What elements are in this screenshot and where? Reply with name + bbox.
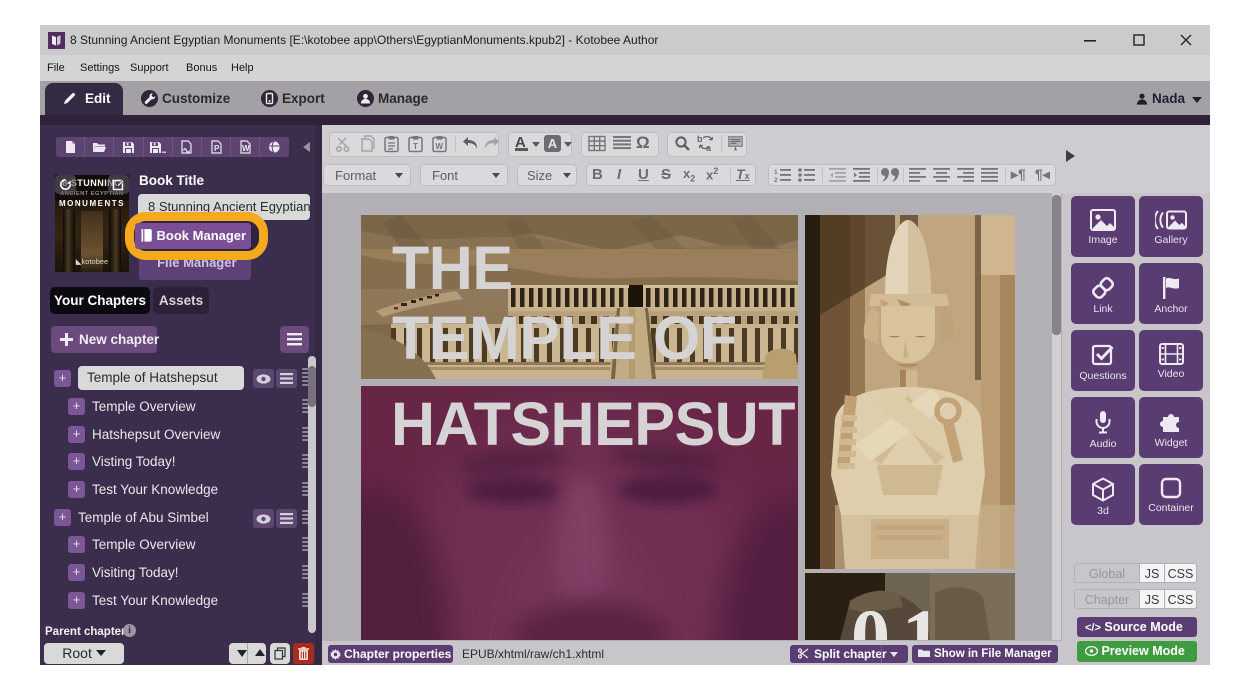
svg-text:b: b [697,134,703,144]
svg-text:1: 1 [774,169,778,176]
svg-text:W: W [242,144,250,153]
svg-text:P: P [214,144,220,153]
svg-text:W: W [436,142,444,151]
svg-text:2: 2 [774,177,778,183]
svg-text:T: T [413,142,418,151]
